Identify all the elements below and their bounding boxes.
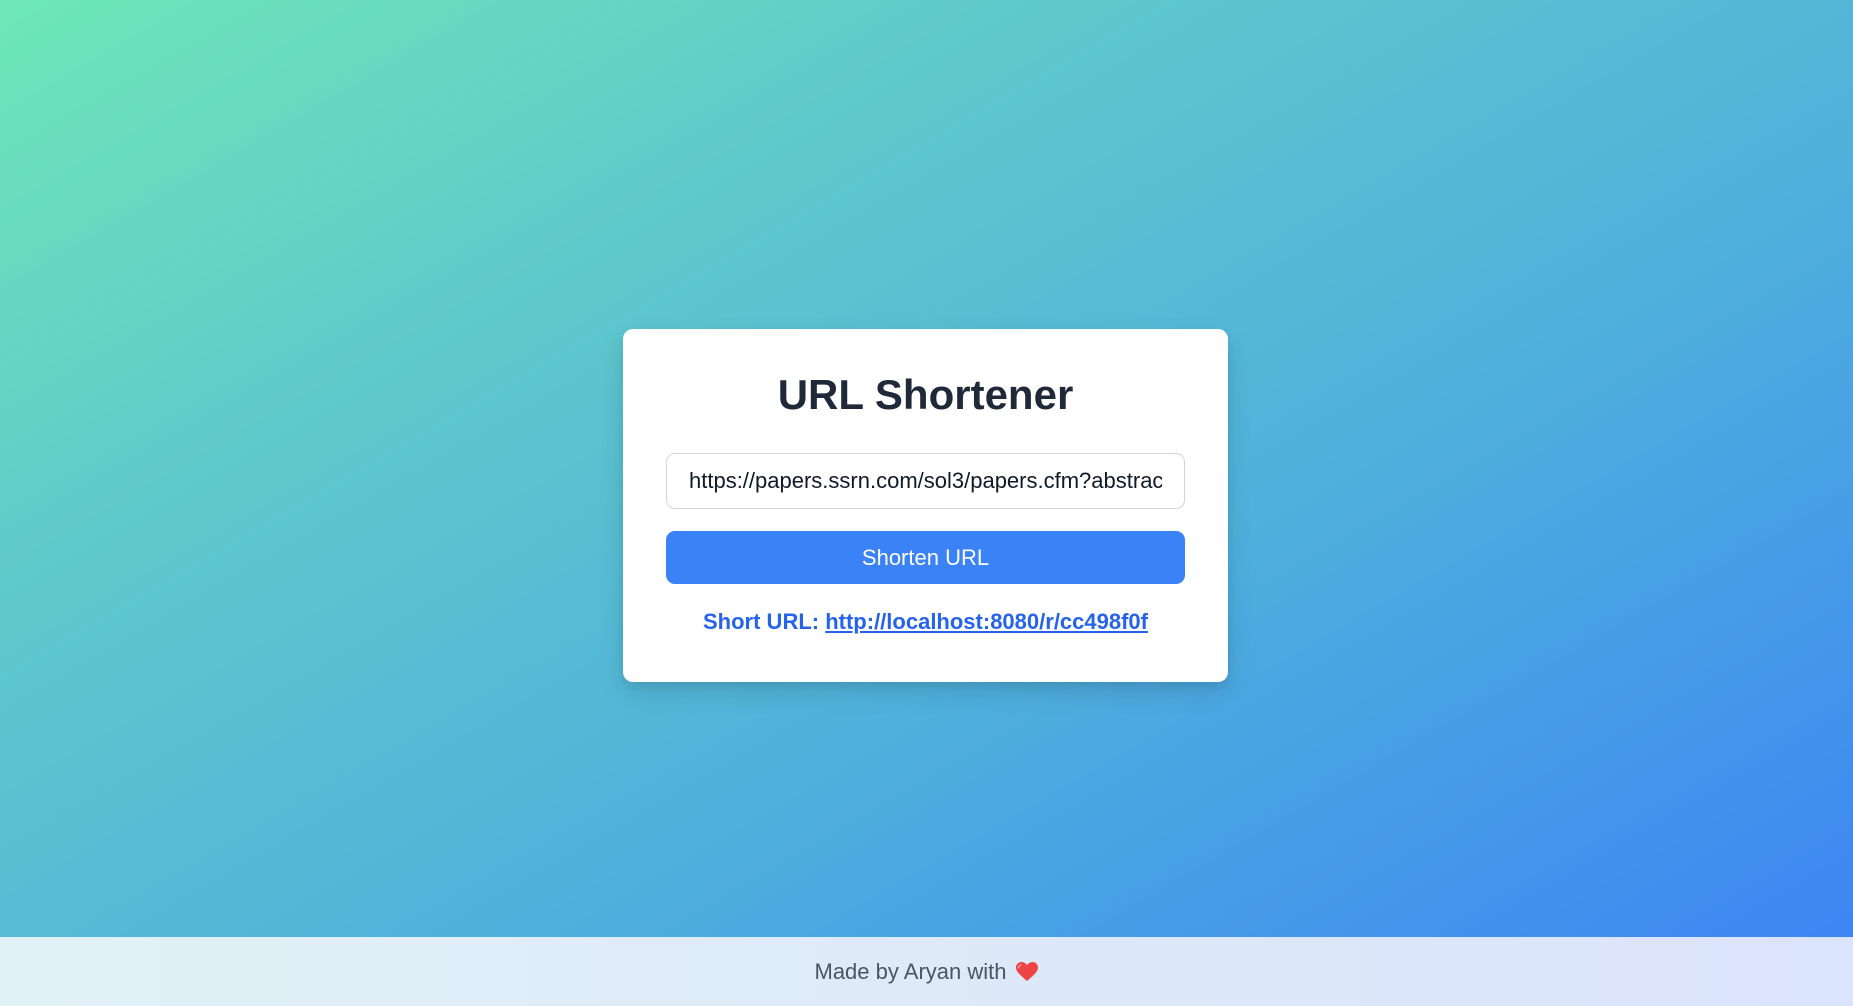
heart-icon (1016, 961, 1039, 982)
short-url-link[interactable]: http://localhost:8080/r/cc498f0f (825, 609, 1148, 634)
url-shortener-card: URL Shortener Shorten URL Short URL: htt… (623, 329, 1228, 682)
url-input[interactable] (666, 453, 1185, 509)
main-area: URL Shortener Shorten URL Short URL: htt… (0, 0, 1853, 937)
page-title: URL Shortener (777, 371, 1074, 418)
short-url-label: Short URL: (703, 609, 820, 634)
footer-text: Made by Aryan with (814, 958, 1007, 984)
short-url-result: Short URL: http://localhost:8080/r/cc498… (623, 609, 1228, 635)
footer: Made by Aryan with (0, 937, 1853, 1006)
shorten-url-button[interactable]: Shorten URL (666, 531, 1185, 584)
